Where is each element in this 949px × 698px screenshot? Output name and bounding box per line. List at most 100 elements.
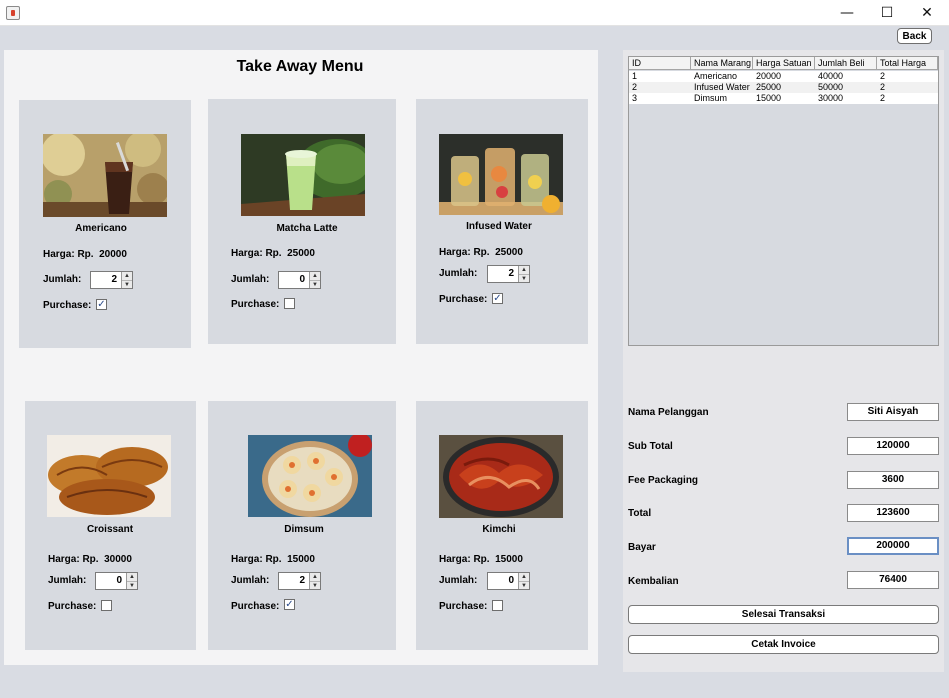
- fee-packaging-label: Fee Packaging: [628, 475, 699, 486]
- purchase-label: Purchase:: [231, 299, 280, 310]
- table-cell: 1: [632, 71, 638, 81]
- americano-qty-spinner[interactable]: 2 ▲ ▼: [90, 271, 133, 289]
- qty-label: Jumlah:: [231, 274, 270, 285]
- americano-purchase-checkbox[interactable]: ✓: [96, 299, 107, 310]
- matcha-latte-purchase-checkbox[interactable]: [284, 298, 295, 309]
- table-row[interactable]: 3 Dimsum 15000 30000 2: [629, 93, 938, 104]
- qty-value[interactable]: 0: [279, 272, 309, 288]
- spinner-down-icon[interactable]: ▼: [127, 582, 137, 590]
- kimchi-purchase-checkbox[interactable]: [492, 600, 503, 611]
- dimsum-purchase-checkbox[interactable]: ✓: [284, 599, 295, 610]
- table-header: ID Nama Marang Harga Satuan Jumlah Beli …: [629, 57, 938, 70]
- purchase-label: Purchase:: [439, 294, 488, 305]
- menu-item-name: Americano: [75, 223, 127, 234]
- table-cell: 3: [632, 93, 638, 103]
- table-cell: 2: [880, 82, 886, 92]
- bayar-label: Bayar: [628, 542, 656, 553]
- qty-label: Jumlah:: [231, 575, 270, 586]
- price-label: Harga: Rp. 15000: [439, 554, 523, 565]
- qty-label: Jumlah:: [48, 575, 87, 586]
- table-cell: 15000: [756, 93, 782, 103]
- price-label: Harga: Rp. 15000: [231, 554, 315, 565]
- spinner-down-icon[interactable]: ▼: [310, 582, 320, 590]
- qty-value[interactable]: 2: [279, 573, 309, 589]
- price-label: Harga: Rp. 25000: [439, 247, 523, 258]
- spinner-up-icon[interactable]: ▲: [122, 272, 132, 281]
- spinner-down-icon[interactable]: ▼: [519, 275, 529, 283]
- cetak-invoice-button[interactable]: Cetak Invoice: [628, 635, 939, 654]
- price-prefix: Harga: Rp.: [48, 554, 99, 565]
- spinner-up-icon[interactable]: ▲: [310, 272, 320, 281]
- column-header[interactable]: Total Harga: [877, 57, 938, 69]
- table-cell: 2: [632, 82, 638, 92]
- spinner-up-icon[interactable]: ▲: [519, 266, 529, 275]
- table-cell: 20000: [756, 71, 782, 81]
- column-header[interactable]: ID: [629, 57, 691, 69]
- croissant-image: [47, 435, 171, 517]
- price-prefix: Harga: Rp.: [231, 248, 282, 259]
- kembalian-field[interactable]: 76400: [847, 571, 939, 589]
- infused-water-image: [439, 134, 563, 215]
- table-cell: 2: [880, 71, 886, 81]
- table-cell: 50000: [818, 82, 844, 92]
- matcha-latte-qty-spinner[interactable]: 0 ▲ ▼: [278, 271, 321, 289]
- table-row[interactable]: 2 Infused Water 25000 50000 2: [629, 82, 938, 93]
- bayar-field[interactable]: 200000: [847, 537, 939, 555]
- column-header[interactable]: Jumlah Beli: [815, 57, 877, 69]
- price-value: 20000: [99, 249, 127, 260]
- title-bar: [0, 0, 949, 26]
- qty-label: Jumlah:: [439, 268, 478, 279]
- purchase-label: Purchase:: [43, 300, 92, 311]
- page-title: Take Away Menu: [236, 58, 364, 75]
- column-header[interactable]: Harga Satuan: [753, 57, 815, 69]
- spinner-up-icon[interactable]: ▲: [310, 573, 320, 582]
- qty-value[interactable]: 0: [96, 573, 126, 589]
- sub-total-field[interactable]: 120000: [847, 437, 939, 455]
- qty-value[interactable]: 2: [91, 272, 121, 288]
- price-label: Harga: Rp. 25000: [231, 248, 315, 259]
- spinner-down-icon[interactable]: ▼: [519, 582, 529, 590]
- java-app-icon: [6, 6, 20, 20]
- croissant-purchase-checkbox[interactable]: [101, 600, 112, 611]
- table-cell: Americano: [694, 71, 738, 81]
- price-label: Harga: Rp. 20000: [43, 249, 127, 260]
- qty-label: Jumlah:: [439, 575, 478, 586]
- spinner-down-icon[interactable]: ▼: [310, 281, 320, 289]
- total-label: Total: [628, 508, 652, 519]
- close-button[interactable]: ✕: [904, 0, 949, 26]
- table-row[interactable]: 1 Americano 20000 40000 2: [629, 71, 938, 82]
- qty-value[interactable]: 0: [488, 573, 518, 589]
- table-cell: Dimsum: [694, 93, 727, 103]
- column-header[interactable]: Nama Marang: [691, 57, 753, 69]
- menu-item-name: Matcha Latte: [276, 223, 338, 234]
- purchase-label: Purchase:: [439, 601, 488, 612]
- infused-water-purchase-checkbox[interactable]: ✓: [492, 293, 503, 304]
- price-prefix: Harga: Rp.: [439, 247, 490, 258]
- spinner-up-icon[interactable]: ▲: [127, 573, 137, 582]
- matcha-latte-image: [241, 134, 365, 216]
- menu-item-name: Croissant: [86, 524, 134, 535]
- table-cell: Infused Water: [694, 82, 750, 92]
- price-value: 15000: [287, 554, 315, 565]
- table-cell: 2: [880, 93, 886, 103]
- price-value: 30000: [104, 554, 132, 565]
- qty-value[interactable]: 2: [488, 266, 518, 282]
- infused-water-qty-spinner[interactable]: 2 ▲ ▼: [487, 265, 530, 283]
- price-prefix: Harga: Rp.: [231, 554, 282, 565]
- back-button[interactable]: Back: [897, 28, 932, 44]
- menu-item-name: Dimsum: [284, 524, 324, 535]
- nama-pelanggan-field[interactable]: Siti Aisyah: [847, 403, 939, 421]
- spinner-down-icon[interactable]: ▼: [122, 281, 132, 289]
- purchase-label: Purchase:: [231, 601, 280, 612]
- kimchi-qty-spinner[interactable]: 0 ▲ ▼: [487, 572, 530, 590]
- dimsum-image: [248, 435, 372, 517]
- dimsum-qty-spinner[interactable]: 2 ▲ ▼: [278, 572, 321, 590]
- selesai-transaksi-button[interactable]: Selesai Transaksi: [628, 605, 939, 624]
- croissant-qty-spinner[interactable]: 0 ▲ ▼: [95, 572, 138, 590]
- total-field[interactable]: 123600: [847, 504, 939, 522]
- spinner-up-icon[interactable]: ▲: [519, 573, 529, 582]
- americano-image: [43, 134, 167, 217]
- fee-packaging-field[interactable]: 3600: [847, 471, 939, 489]
- price-value: 15000: [495, 554, 523, 565]
- menu-item-name: Kimchi: [482, 524, 516, 535]
